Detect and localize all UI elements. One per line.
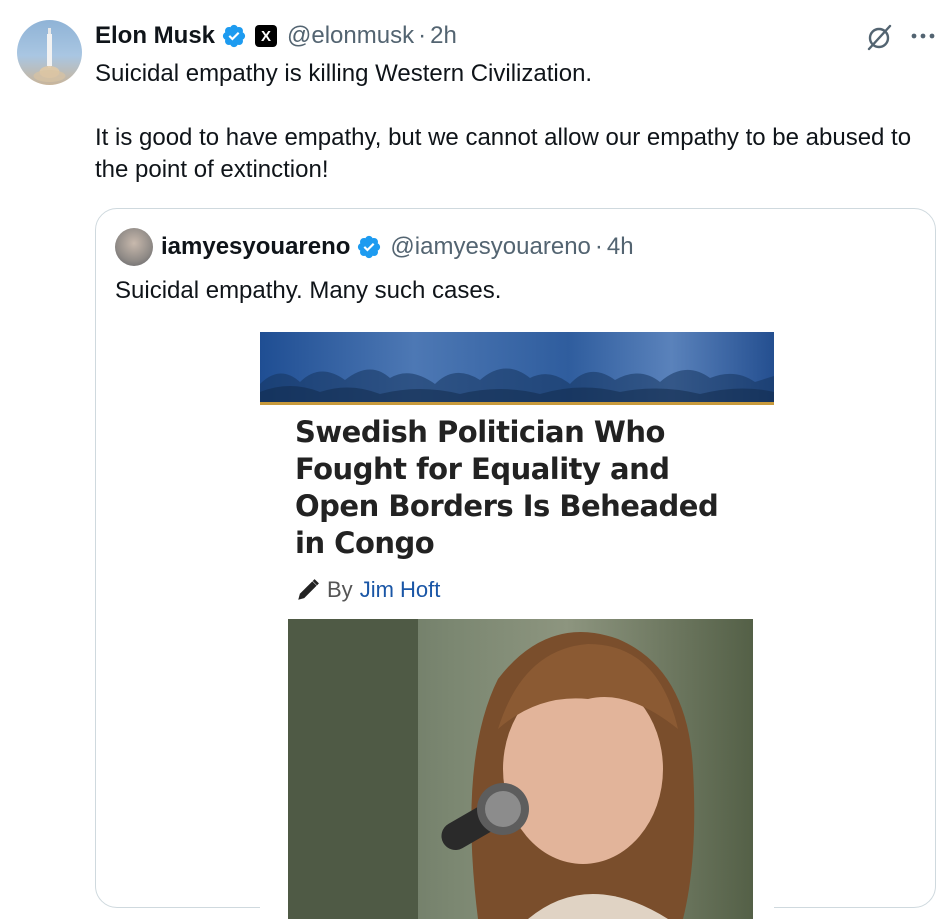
quoted-tweet-card[interactable]: iamyesyouareno @iamyesyouareno · 4h Suic… (95, 208, 936, 919)
byline-label: By (327, 577, 353, 602)
quoted-tweet-time[interactable]: 4h (607, 233, 634, 261)
article-banner-image (260, 332, 774, 405)
article-photo (288, 619, 753, 919)
rocket-launch-image (33, 28, 66, 82)
article-author-link[interactable]: Jim Hoft (360, 577, 441, 603)
tweet-header: Elon Musk X @elonmusk · 2h (95, 18, 457, 54)
tweet-text: Suicidal empathy is killing Western Civi… (95, 58, 930, 186)
grok-icon[interactable] (864, 22, 894, 52)
article-headline: Swedish Politician Who Fought for Equali… (295, 415, 719, 560)
tweet-text-paragraph-1: Suicidal empathy is killing Western Civi… (95, 60, 593, 87)
article-byline: By Jim Hoft (295, 577, 440, 603)
tweet-text-paragraph-2: It is good to have empathy, but we canno… (95, 124, 912, 183)
more-icon[interactable] (908, 24, 938, 48)
crowd-silhouette-graphic (260, 368, 774, 402)
author-handle[interactable]: @elonmusk (287, 22, 414, 50)
separator-dot: · (594, 233, 603, 260)
author-name[interactable]: Elon Musk (95, 22, 215, 50)
separator-dot: · (418, 22, 427, 49)
quoted-author-name[interactable]: iamyesyouareno (161, 233, 350, 261)
speaker-photo-graphic (288, 619, 695, 919)
article-screenshot-image[interactable]: Swedish Politician Who Fought for Equali… (260, 332, 774, 919)
author-avatar[interactable] (17, 20, 82, 85)
verified-badge-icon[interactable] (221, 23, 247, 49)
tweet-time[interactable]: 2h (430, 22, 457, 50)
quoted-author-handle[interactable]: @iamyesyouareno (390, 233, 590, 261)
quoted-tweet-text: Suicidal empathy. Many such cases. (115, 277, 502, 304)
quoted-author-avatar[interactable] (115, 228, 153, 266)
verified-badge-icon[interactable] (356, 234, 382, 260)
quoted-tweet-header: iamyesyouareno @iamyesyouareno · 4h (161, 229, 634, 265)
pencil-icon (298, 579, 319, 600)
x-affiliate-badge[interactable]: X (255, 25, 278, 47)
